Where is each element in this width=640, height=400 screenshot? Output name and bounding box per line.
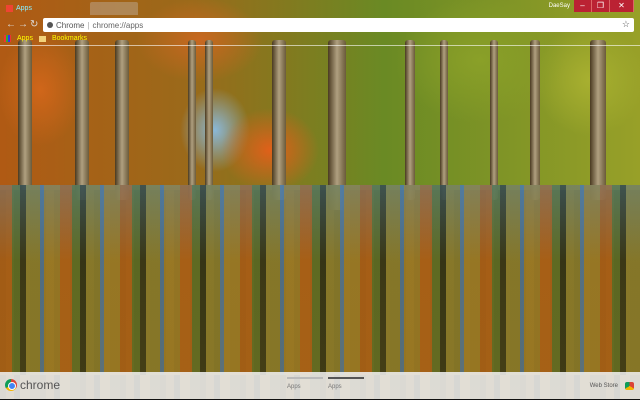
close-button[interactable]: ✕ bbox=[610, 0, 634, 12]
reload-button[interactable]: ↻ bbox=[30, 19, 38, 30]
url-text[interactable]: chrome://apps bbox=[93, 21, 144, 30]
profile-name[interactable]: DaeSay bbox=[549, 3, 570, 9]
page-label: Apps bbox=[328, 384, 342, 390]
back-button[interactable]: ← bbox=[6, 19, 16, 30]
restore-button[interactable]: ❐ bbox=[592, 0, 610, 12]
page-label: Apps bbox=[287, 384, 301, 390]
tab-apps[interactable]: Apps bbox=[6, 2, 32, 15]
page-switcher-apps-2[interactable]: Apps bbox=[328, 377, 364, 390]
bookmark-star-icon[interactable]: ☆ bbox=[622, 19, 630, 30]
apps-icon bbox=[6, 5, 13, 12]
new-tab-button[interactable] bbox=[90, 2, 138, 15]
chrome-page-icon bbox=[47, 22, 53, 28]
chrome-icon bbox=[5, 379, 17, 391]
omnibox[interactable]: Chrome | chrome://apps ☆ bbox=[43, 18, 634, 32]
apps-grid-icon bbox=[4, 35, 11, 42]
tab-label: Apps bbox=[16, 5, 32, 12]
chrome-logo: chrome bbox=[5, 378, 60, 392]
folder-icon bbox=[38, 35, 46, 42]
bookmark-folder[interactable]: Bookmarks bbox=[52, 35, 87, 42]
bookmark-apps[interactable]: Apps bbox=[17, 35, 33, 42]
site-chip: Chrome bbox=[56, 20, 85, 30]
chrome-wordmark: chrome bbox=[20, 378, 61, 392]
forward-button[interactable]: → bbox=[18, 19, 28, 30]
theme-background bbox=[0, 0, 640, 400]
page-switcher-apps-1[interactable]: Apps bbox=[287, 377, 323, 390]
web-store-icon[interactable] bbox=[625, 382, 634, 390]
minimize-button[interactable]: – bbox=[574, 0, 592, 12]
tab-strip: Apps DaeSay – ❐ ✕ bbox=[0, 0, 640, 16]
ntp-footer: chrome Apps Apps Web Store bbox=[0, 372, 640, 400]
web-store-link[interactable]: Web Store bbox=[590, 383, 618, 389]
divider bbox=[0, 45, 640, 46]
separator: | bbox=[87, 20, 90, 30]
toolbar: ← → ↻ Chrome | chrome://apps ☆ bbox=[0, 17, 640, 33]
bookmarks-bar: Apps Bookmarks bbox=[4, 35, 87, 42]
